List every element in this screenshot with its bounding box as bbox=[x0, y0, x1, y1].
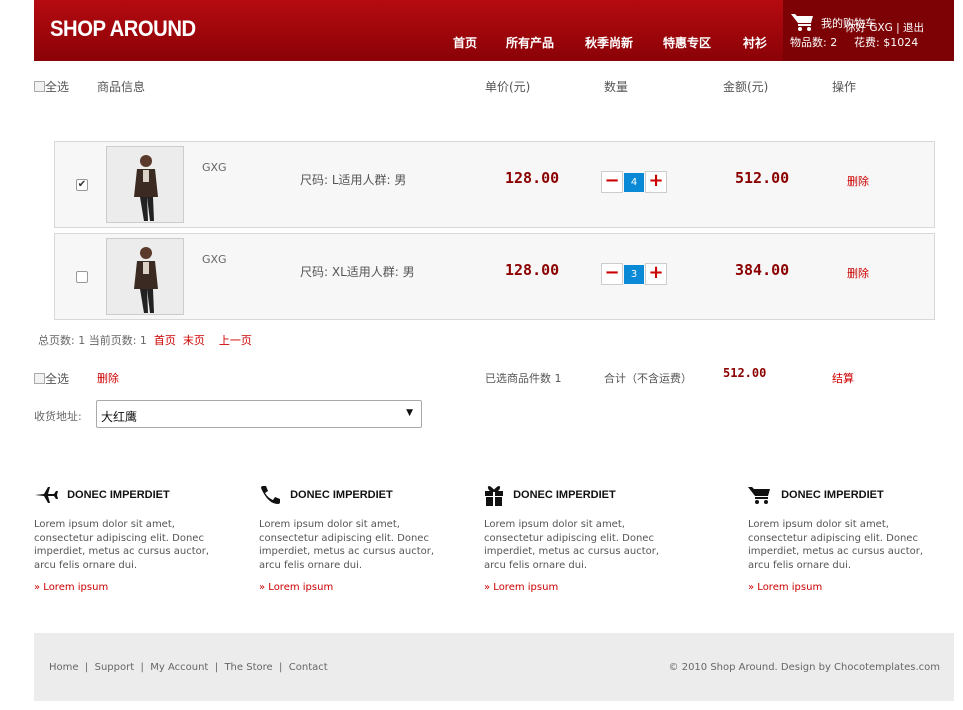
bottom-select-all-label: 全选 bbox=[45, 372, 70, 386]
footer-link-support[interactable]: Support bbox=[95, 662, 135, 673]
decrease-button[interactable]: − bbox=[601, 263, 623, 285]
feature-text: Lorem ipsum dolor sit amet, consectetur … bbox=[484, 519, 660, 571]
select-all-checkbox[interactable] bbox=[34, 81, 45, 92]
quantity-value[interactable]: 4 bbox=[624, 173, 644, 192]
quantity-stepper: − 4 + bbox=[601, 171, 669, 193]
current-page: 当前页数: 1 bbox=[88, 334, 147, 347]
quantity-value[interactable]: 3 bbox=[624, 265, 644, 284]
header-amount: 金额(元) bbox=[723, 80, 769, 94]
nav-item-shirts[interactable]: 衬衫 bbox=[743, 34, 767, 51]
total-value: 512.00 bbox=[723, 366, 767, 380]
feature-column: DONEC IMPERDIET Lorem ipsum dolor sit am… bbox=[259, 484, 459, 593]
cart-icon bbox=[748, 487, 781, 505]
footer-link-contact[interactable]: Contact bbox=[289, 662, 328, 673]
increase-button[interactable]: + bbox=[645, 263, 667, 285]
chevron-down-icon: ▼ bbox=[406, 408, 413, 418]
header-quantity: 数量 bbox=[604, 80, 629, 94]
feature-link[interactable]: » Lorem ipsum bbox=[748, 582, 948, 593]
last-page-link[interactable]: 末页 bbox=[183, 334, 205, 347]
row-amount: 384.00 bbox=[735, 261, 790, 279]
feature-text: Lorem ipsum dolor sit amet, consectetur … bbox=[34, 519, 210, 571]
nav-item-all-products[interactable]: 所有产品 bbox=[506, 34, 554, 51]
footer-nav: Home | Support | My Account | The Store … bbox=[49, 662, 328, 673]
feature-text: Lorem ipsum dolor sit amet, consectetur … bbox=[259, 519, 435, 571]
selected-count: 已选商品件数 1 bbox=[485, 372, 562, 385]
quantity-stepper: − 3 + bbox=[601, 263, 669, 285]
address-select-value: 大红鹰 bbox=[101, 410, 138, 424]
feature-column: DONEC IMPERDIET Lorem ipsum dolor sit am… bbox=[748, 484, 948, 593]
decrease-button[interactable]: − bbox=[601, 171, 623, 193]
feature-link[interactable]: » Lorem ipsum bbox=[484, 582, 684, 593]
delete-link[interactable]: 删除 bbox=[847, 173, 869, 189]
select-all-header[interactable]: 全选 bbox=[34, 78, 69, 95]
copyright: © 2010 Shop Around. Design by Chocotempl… bbox=[668, 662, 940, 673]
feature-link[interactable]: » Lorem ipsum bbox=[34, 582, 234, 593]
total-pages: 总页数: 1 bbox=[38, 334, 86, 347]
product-image[interactable] bbox=[106, 238, 184, 315]
cart-icon bbox=[791, 12, 815, 32]
feature-text: Lorem ipsum dolor sit amet, consectetur … bbox=[748, 519, 924, 571]
delete-link[interactable]: 删除 bbox=[847, 265, 869, 281]
table-row: GXG 尺码: XL适用人群: 男 128.00 − 3 + 384.00 删除 bbox=[54, 233, 935, 320]
total-label: 合计（不含运费） bbox=[604, 372, 692, 385]
header-action: 操作 bbox=[832, 80, 857, 94]
unit-price: 128.00 bbox=[505, 261, 560, 279]
phone-icon bbox=[259, 486, 290, 505]
site-header: SHOP AROUND 首页 所有产品 秋季尚新 特惠专区 衬衫 我的购物车 你… bbox=[34, 0, 954, 61]
address-label: 收货地址: bbox=[34, 410, 82, 423]
footer-link-home[interactable]: Home bbox=[49, 662, 79, 673]
header-product-info: 商品信息 bbox=[97, 80, 146, 94]
row-checkbox[interactable]: ✔ bbox=[76, 179, 88, 191]
bulk-delete-link[interactable]: 删除 bbox=[97, 370, 119, 386]
footer-link-my-account[interactable]: My Account bbox=[150, 662, 208, 673]
cart-total: 花费: $1024 bbox=[854, 36, 919, 49]
bottom-select-all-checkbox[interactable] bbox=[34, 373, 45, 384]
pagination: 总页数: 1 当前页数: 1 首页 末页 上一页 bbox=[38, 332, 252, 348]
site-footer: Home | Support | My Account | The Store … bbox=[34, 633, 954, 701]
prev-page-link[interactable]: 上一页 bbox=[219, 334, 252, 347]
feature-link[interactable]: » Lorem ipsum bbox=[259, 582, 459, 593]
product-image[interactable] bbox=[106, 146, 184, 223]
gift-icon bbox=[484, 486, 513, 507]
bottom-select-all[interactable]: 全选 bbox=[34, 370, 69, 387]
feature-column: DONEC IMPERDIET Lorem ipsum dolor sit am… bbox=[34, 484, 234, 593]
user-welcome[interactable]: 你好 GXG | 退出 bbox=[845, 20, 924, 35]
feature-title: DONEC IMPERDIET bbox=[259, 484, 459, 506]
row-amount: 512.00 bbox=[735, 169, 790, 187]
feature-title: DONEC IMPERDIET bbox=[34, 484, 234, 506]
feature-column: DONEC IMPERDIET Lorem ipsum dolor sit am… bbox=[484, 484, 684, 593]
feature-title: DONEC IMPERDIET bbox=[484, 484, 684, 507]
unit-price: 128.00 bbox=[505, 169, 560, 187]
product-brand: GXG bbox=[202, 161, 227, 174]
first-page-link[interactable]: 首页 bbox=[154, 334, 176, 347]
table-row: ✔ GXG 尺码: L适用人群: 男 128.00 − 4 + 512.00 删… bbox=[54, 141, 935, 228]
nav-item-autumn-new[interactable]: 秋季尚新 bbox=[585, 34, 633, 51]
address-select[interactable]: 大红鹰 ▼ bbox=[96, 400, 422, 428]
feature-title: DONEC IMPERDIET bbox=[748, 484, 948, 506]
product-spec: 尺码: XL适用人群: 男 bbox=[300, 265, 415, 279]
header-unit-price: 单价(元) bbox=[485, 80, 531, 94]
select-all-label: 全选 bbox=[45, 80, 70, 94]
nav-item-specials[interactable]: 特惠专区 bbox=[663, 34, 711, 51]
site-logo[interactable]: SHOP AROUND bbox=[50, 16, 196, 42]
row-checkbox[interactable] bbox=[76, 271, 88, 283]
product-spec: 尺码: L适用人群: 男 bbox=[300, 173, 407, 187]
checkout-button[interactable]: 结算 bbox=[832, 370, 854, 386]
airplane-icon bbox=[34, 487, 67, 504]
increase-button[interactable]: + bbox=[645, 171, 667, 193]
footer-link-the-store[interactable]: The Store bbox=[224, 662, 272, 673]
header-cart[interactable]: 我的购物车 你好 GXG | 退出 物品数: 2 花费: $1024 bbox=[783, 0, 954, 61]
product-brand: GXG bbox=[202, 253, 227, 266]
nav-item-home[interactable]: 首页 bbox=[453, 34, 477, 51]
cart-item-count: 物品数: 2 bbox=[790, 36, 838, 49]
